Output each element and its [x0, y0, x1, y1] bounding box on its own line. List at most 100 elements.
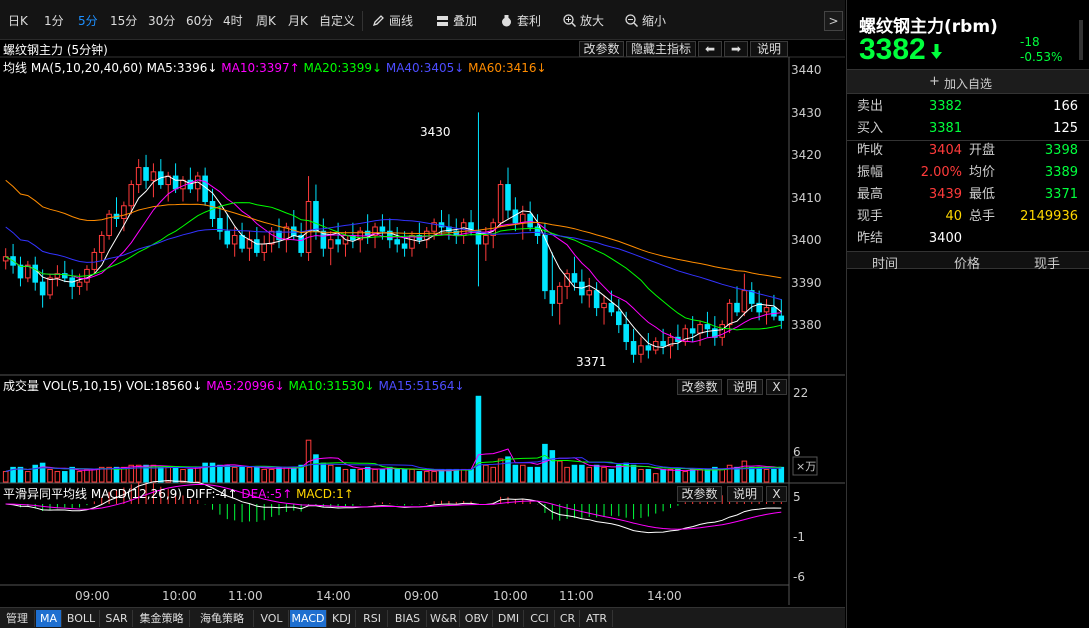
- scrollbar[interactable]: [1079, 20, 1083, 60]
- ma5-value: MA5:3396↓: [146, 61, 218, 75]
- period-60min[interactable]: 60分: [186, 13, 213, 29]
- tab-dmi[interactable]: DMI: [494, 610, 524, 627]
- zoom-out-button[interactable]: 缩小: [625, 13, 666, 29]
- volume-bar: [556, 460, 563, 483]
- period-5min[interactable]: 5分: [78, 13, 98, 29]
- diff-value: DIFF:-4↑: [185, 487, 238, 501]
- tab-manage[interactable]: 管理: [0, 610, 35, 627]
- sell-label: 卖出: [857, 99, 884, 114]
- volume-bar: [350, 468, 356, 483]
- price-change: -18: [1020, 35, 1040, 49]
- period-custom[interactable]: 自定义: [319, 13, 355, 29]
- tab-turtle-strategy[interactable]: 海龟策略: [191, 610, 254, 627]
- volume-axis: 22 6 ×万: [792, 386, 818, 476]
- tab-vol[interactable]: VOL: [255, 610, 289, 627]
- candle-body: [549, 290, 556, 304]
- tab-ma[interactable]: MA: [36, 610, 62, 627]
- macd-help-button[interactable]: 说明: [727, 486, 763, 502]
- x-tick: 11:00: [559, 589, 594, 603]
- price-axis: 3440 3430 3420 3410 3400 3390 3380: [791, 63, 822, 332]
- tab-macd[interactable]: MACD: [290, 610, 327, 627]
- volume-bar: [121, 466, 127, 483]
- volume-bar: [505, 456, 511, 483]
- chart-area[interactable]: 3440 3430 3420 3410 3400 3390 3380 22 6 …: [0, 40, 845, 607]
- tab-cr[interactable]: CR: [556, 610, 580, 627]
- volume-params: VOL(5,10,15): [42, 379, 123, 393]
- tab-boll[interactable]: BOLL: [63, 610, 100, 627]
- vol-help-button[interactable]: 说明: [727, 379, 763, 395]
- candle-body: [39, 281, 46, 296]
- candle-body: [128, 184, 135, 207]
- tab-cci[interactable]: CCI: [525, 610, 555, 627]
- vol-close-icon[interactable]: X: [766, 379, 787, 395]
- period-15min[interactable]: 15分: [110, 13, 137, 29]
- macd-close-icon[interactable]: X: [766, 486, 787, 502]
- x-tick: 11:00: [228, 589, 263, 603]
- period-4h[interactable]: 4时: [223, 13, 243, 29]
- candle-body: [608, 302, 615, 313]
- candle-body: [586, 290, 593, 296]
- tab-atr[interactable]: ATR: [581, 610, 613, 627]
- volume-bar: [601, 466, 607, 483]
- candle-body: [261, 243, 268, 253]
- add-watchlist-label: 加入自选: [944, 77, 993, 91]
- volume-bar: [91, 468, 98, 483]
- candle-body: [556, 285, 563, 304]
- volume-bar: [534, 466, 541, 483]
- volume-bar: [645, 468, 652, 483]
- volume-bar: [61, 471, 68, 483]
- vol-edit-params-button[interactable]: 改参数: [677, 379, 722, 395]
- stat-value: 3398: [1044, 143, 1078, 158]
- period-1min[interactable]: 1分: [44, 13, 64, 29]
- arrow-right-icon[interactable]: ➡: [724, 41, 748, 57]
- overlay-button[interactable]: 叠加: [436, 13, 477, 29]
- volume-bar: [187, 468, 194, 483]
- volume-bar: [76, 471, 83, 483]
- ma-legend: 均线 MA(5,10,20,40,60) MA5:3396↓ MA10:3397…: [3, 59, 547, 76]
- add-watchlist-button[interactable]: + 加入自选: [847, 69, 1089, 94]
- volume-bar: [778, 466, 785, 483]
- volume-unit: ×万: [796, 460, 816, 473]
- candle-body: [645, 345, 652, 351]
- candle-body: [497, 184, 504, 224]
- buy-label: 买入: [857, 121, 884, 136]
- tab-wr[interactable]: W&R: [428, 610, 460, 627]
- period-month[interactable]: 月K: [288, 13, 308, 29]
- stat-label: 最低: [969, 187, 996, 202]
- chevron-right-icon[interactable]: >: [824, 11, 843, 31]
- volume-bar: [47, 468, 53, 483]
- tab-sar[interactable]: SAR: [101, 610, 133, 627]
- volume-bar: [394, 468, 400, 483]
- period-day[interactable]: 日K: [8, 13, 28, 29]
- draw-line-button[interactable]: 画线: [372, 13, 413, 29]
- arbitrage-button[interactable]: 套利: [500, 13, 541, 29]
- macd-params: MACD(12,26,9): [90, 487, 182, 501]
- tab-rsi[interactable]: RSI: [357, 610, 388, 627]
- tab-obv[interactable]: OBV: [461, 610, 493, 627]
- candle-body: [623, 324, 629, 343]
- zoom-in-button[interactable]: 放大: [563, 13, 604, 29]
- candle-body: [660, 341, 666, 347]
- macd-edit-params-button[interactable]: 改参数: [677, 486, 722, 502]
- candle-body: [394, 239, 400, 245]
- volume-bar: [276, 466, 282, 483]
- edit-params-button[interactable]: 改参数: [579, 41, 624, 57]
- volume-bar: [342, 468, 349, 483]
- arrow-left-icon[interactable]: ⬅: [698, 41, 722, 57]
- help-button[interactable]: 说明: [750, 41, 788, 57]
- stat-label: 总手: [969, 209, 996, 224]
- period-30min[interactable]: 30分: [148, 13, 175, 29]
- volume-title: 成交量: [3, 379, 40, 393]
- candle-body: [763, 307, 770, 313]
- volume-bar: [401, 468, 408, 483]
- period-week[interactable]: 周K: [256, 13, 276, 29]
- volume-bar: [379, 468, 386, 483]
- hide-main-indicator-button[interactable]: 隐藏主指标: [626, 41, 696, 57]
- volume-bar: [254, 466, 260, 483]
- tab-bias[interactable]: BIAS: [389, 610, 427, 627]
- ma40-value: MA40:3405↓: [385, 61, 465, 75]
- stat-label: 均价: [969, 165, 996, 180]
- candle-body: [187, 179, 194, 190]
- tab-kdj[interactable]: KDJ: [328, 610, 356, 627]
- tab-jijin-strategy[interactable]: 集金策略: [134, 610, 190, 627]
